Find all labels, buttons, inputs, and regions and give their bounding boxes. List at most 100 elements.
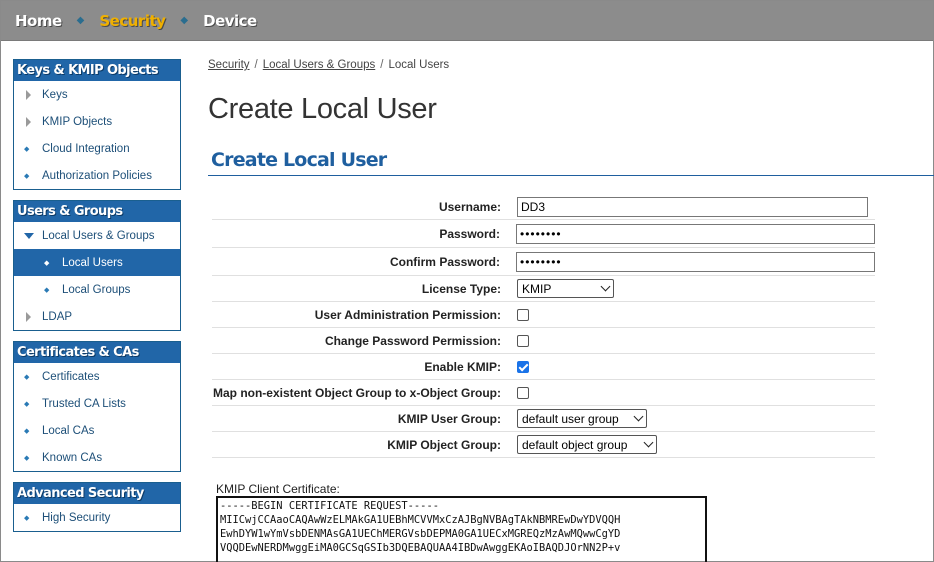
bullet-icon: ◆ xyxy=(24,373,30,381)
confirm-password-input[interactable]: •••••••• xyxy=(516,251,875,272)
form-row-username: Username: xyxy=(212,194,875,220)
username-label: Username: xyxy=(438,199,501,214)
sidebar-section-users-groups: Users & Groups Local Users & Groups ◆ Loc… xyxy=(13,200,181,331)
form-row-user-admin-permission: User Administration Permission: xyxy=(212,302,875,328)
sidebar-section-title: Advanced Security xyxy=(14,483,180,504)
triangle-right-icon xyxy=(26,311,31,322)
main-content: Security / Local Users & Groups / Local User… xyxy=(208,59,934,562)
form-row-kmip-user-group: KMIP User Group: default user group xyxy=(212,406,875,432)
sidebar-item-label: Authorization Policies xyxy=(42,169,152,182)
sidebar-item-kmip-objects[interactable]: KMIP Objects xyxy=(14,108,180,135)
chevron-down-icon xyxy=(643,437,654,448)
sidebar-item-keys[interactable]: Keys xyxy=(14,81,180,108)
sidebar-item-trusted-ca-lists[interactable]: ◆ Trusted CA Lists xyxy=(14,390,180,417)
top-nav: Home ◆ Security ◆ Device xyxy=(1,1,933,41)
sidebar-section-title: Users & Groups xyxy=(14,201,180,222)
sidebar-item-certificates[interactable]: ◆ Certificates xyxy=(14,363,180,390)
create-user-form: Username: Password: •••••••• Confirm Pas… xyxy=(212,194,875,458)
form-row-confirm-password: Confirm Password: •••••••• xyxy=(212,248,875,276)
breadcrumb-separator: / xyxy=(380,59,384,71)
section-title: Create Local User xyxy=(208,149,934,176)
user-admin-permission-label: User Administration Permission: xyxy=(314,307,501,322)
form-row-change-password-permission: Change Password Permission: xyxy=(212,328,875,354)
enable-kmip-label: Enable KMIP: xyxy=(424,359,501,374)
form-row-enable-kmip: Enable KMIP: xyxy=(212,354,875,380)
sidebar-item-local-users[interactable]: ◆ Local Users xyxy=(14,249,180,276)
sidebar-item-local-groups[interactable]: ◆ Local Groups xyxy=(14,276,180,303)
bullet-icon: ◆ xyxy=(24,514,30,522)
sidebar-item-local-users-groups[interactable]: Local Users & Groups xyxy=(14,222,180,249)
license-type-value: KMIP xyxy=(522,281,552,296)
kmip-client-certificate-label: KMIP Client Certificate: xyxy=(216,482,340,496)
bullet-icon: ◆ xyxy=(24,172,30,180)
sidebar-item-local-cas[interactable]: ◆ Local CAs xyxy=(14,417,180,444)
breadcrumb-current: Local Users xyxy=(388,59,450,71)
sidebar-item-label: Cloud Integration xyxy=(42,142,130,155)
breadcrumb-local-users-groups[interactable]: Local Users & Groups xyxy=(263,59,376,71)
nav-device[interactable]: Device xyxy=(203,12,257,30)
sidebar: Keys & KMIP Objects Keys KMIP Objects ◆ C… xyxy=(13,59,181,542)
sidebar-item-authorization-policies[interactable]: ◆ Authorization Policies xyxy=(14,162,180,189)
sidebar-item-label: Trusted CA Lists xyxy=(42,397,126,410)
bullet-icon: ◆ xyxy=(24,145,30,153)
sidebar-item-label: Local Groups xyxy=(62,283,131,296)
password-label: Password: xyxy=(439,226,500,241)
nav-separator-icon: ◆ xyxy=(180,15,189,26)
sidebar-item-label: Known CAs xyxy=(42,451,103,464)
form-row-map-object-group: Map non-existent Object Group to x-Objec… xyxy=(212,380,875,406)
form-row-password: Password: •••••••• xyxy=(212,220,875,248)
enable-kmip-checkbox[interactable] xyxy=(517,360,529,373)
bullet-icon: ◆ xyxy=(24,400,30,408)
license-type-label: License Type: xyxy=(421,281,501,296)
confirm-password-label: Confirm Password: xyxy=(389,254,500,269)
breadcrumb-separator: / xyxy=(254,59,258,71)
breadcrumb-security[interactable]: Security xyxy=(208,59,250,71)
map-object-group-checkbox[interactable] xyxy=(517,386,529,399)
page-title: Create Local User xyxy=(208,93,437,125)
nav-home[interactable]: Home xyxy=(15,12,62,30)
chevron-down-icon xyxy=(633,411,644,422)
nav-security[interactable]: Security xyxy=(99,12,166,30)
kmip-user-group-select[interactable]: default user group xyxy=(517,409,647,428)
kmip-user-group-value: default user group xyxy=(522,411,619,426)
certificate-line: EwhDYW1wYmVsbDENMAsGA1UEChMERGVsbDEPMA0G… xyxy=(220,528,621,540)
triangle-down-icon xyxy=(24,232,34,239)
sidebar-item-label: Local Users xyxy=(62,256,123,269)
sidebar-section-title: Keys & KMIP Objects xyxy=(14,60,180,81)
username-input[interactable] xyxy=(517,196,868,217)
license-type-select[interactable]: KMIP xyxy=(517,279,614,298)
certificate-line: VQQDEwNERDMwggEiMA0GCSqGSIb3DQEBAQUAA4IB… xyxy=(220,542,621,554)
sidebar-item-label: LDAP xyxy=(42,310,73,323)
change-password-permission-checkbox[interactable] xyxy=(517,334,529,347)
map-object-group-label: Map non-existent Object Group to x-Objec… xyxy=(212,385,501,400)
sidebar-item-label: Local CAs xyxy=(42,424,95,437)
kmip-object-group-select[interactable]: default object group xyxy=(517,435,657,454)
form-row-kmip-object-group: KMIP Object Group: default object group xyxy=(212,432,875,458)
sidebar-section-certificates: Certificates & CAs ◆ Certificates ◆ Truste… xyxy=(13,341,181,472)
user-admin-permission-checkbox[interactable] xyxy=(517,308,529,321)
nav-separator-icon: ◆ xyxy=(76,15,85,26)
sidebar-item-label: Local Users & Groups xyxy=(42,229,155,242)
bullet-icon: ◆ xyxy=(44,286,50,294)
sidebar-item-label: Keys xyxy=(42,88,68,101)
sidebar-item-label: Certificates xyxy=(42,370,100,383)
sidebar-item-label: High Security xyxy=(42,511,111,524)
chevron-down-icon xyxy=(600,281,611,292)
bullet-icon: ◆ xyxy=(24,427,30,435)
password-input[interactable]: •••••••• xyxy=(516,223,875,244)
kmip-user-group-label: KMIP User Group: xyxy=(397,411,501,426)
kmip-client-certificate-textarea[interactable]: -----BEGIN CERTIFICATE REQUEST----- MIICw… xyxy=(216,496,707,562)
form-row-license-type: License Type: KMIP xyxy=(212,276,875,302)
sidebar-item-ldap[interactable]: LDAP xyxy=(14,303,180,330)
sidebar-item-cloud-integration[interactable]: ◆ Cloud Integration xyxy=(14,135,180,162)
kmip-object-group-value: default object group xyxy=(522,437,628,452)
certificate-line: MIICwjCCAaoCAQAwWzELMAkGA1UEBhMCVVMxCzAJ… xyxy=(220,514,621,526)
bullet-icon: ◆ xyxy=(24,454,30,462)
triangle-right-icon xyxy=(26,89,31,100)
sidebar-item-label: KMIP Objects xyxy=(42,115,113,128)
sidebar-item-known-cas[interactable]: ◆ Known CAs xyxy=(14,444,180,471)
sidebar-item-high-security[interactable]: ◆ High Security xyxy=(14,504,180,531)
change-password-permission-label: Change Password Permission: xyxy=(324,333,501,348)
sidebar-section-title: Certificates & CAs xyxy=(14,342,180,363)
kmip-object-group-label: KMIP Object Group: xyxy=(387,437,501,452)
